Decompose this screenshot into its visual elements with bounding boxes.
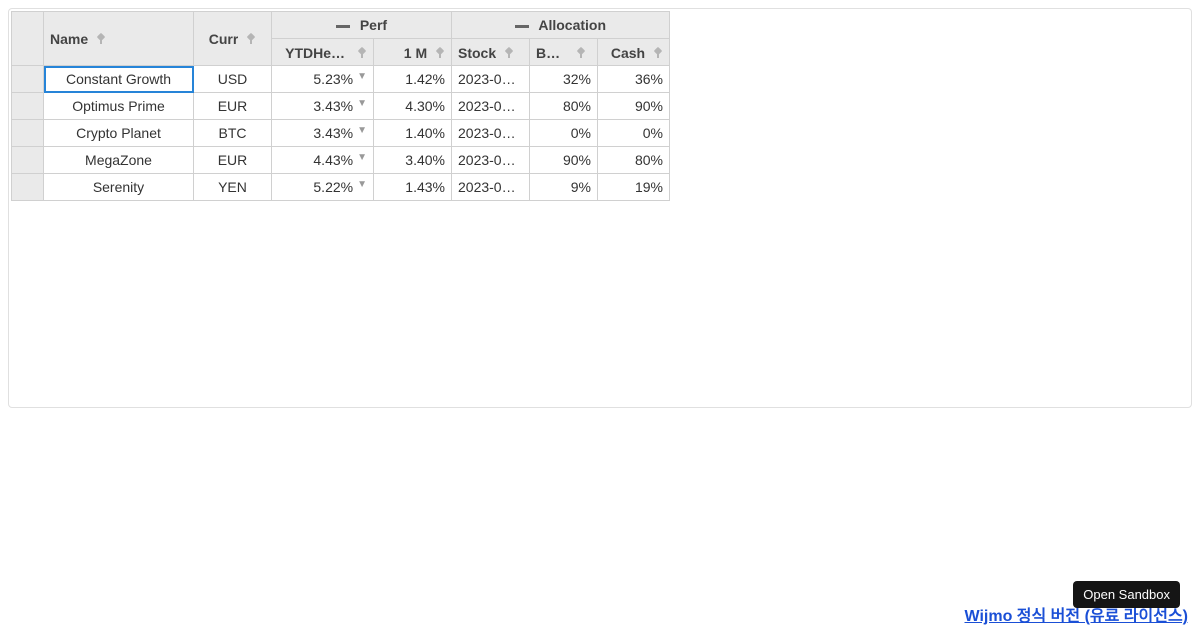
cell-1m[interactable]: 4.30%	[374, 93, 452, 120]
cell-stock[interactable]: 2023-0…	[452, 147, 530, 174]
row-header[interactable]	[12, 93, 44, 120]
table-row[interactable]: Crypto PlanetBTC3.43%▼1.40%2023-0…0%0%	[12, 120, 670, 147]
table-row[interactable]: Constant GrowthUSD 5.23% ▼ 1.42%2023-0…32%3…	[12, 66, 670, 93]
cell-curr[interactable]: EUR	[194, 147, 272, 174]
cell-cash[interactable]: 36%	[598, 66, 670, 93]
collapse-icon[interactable]	[336, 25, 350, 28]
cell-stock[interactable]: 2023-0…	[452, 66, 530, 93]
table-row[interactable]: SerenityYEN 5.22% ▼ 1.43%2023-0…9%19%	[12, 174, 670, 201]
dropdown-icon[interactable]: ▼	[357, 125, 367, 136]
cell-cash[interactable]: 80%	[598, 147, 670, 174]
col-header-bond-label: Bond	[536, 45, 568, 61]
cell-name[interactable]: Optimus Prime	[44, 93, 194, 120]
pin-icon[interactable]	[246, 34, 256, 44]
cell-ytd-value: 3.43%	[301, 125, 353, 141]
row-header[interactable]	[12, 147, 44, 174]
col-header-cash[interactable]: Cash	[598, 39, 670, 66]
col-group-allocation[interactable]: Allocation	[452, 12, 670, 39]
row-header[interactable]	[12, 174, 44, 201]
cell-curr[interactable]: YEN	[194, 174, 272, 201]
cell-ytd-value: 4.43%	[301, 152, 353, 168]
table-row[interactable]: MegaZoneEUR 4.43% ▼ 3.40%2023-0…90%80%	[12, 147, 670, 174]
cell-name[interactable]: MegaZone	[44, 147, 194, 174]
pin-icon[interactable]	[576, 48, 586, 58]
grid-panel: Name Curr Perf Allocation YTDH	[8, 8, 1192, 408]
col-header-name-label: Name	[50, 31, 88, 47]
col-header-name[interactable]: Name	[44, 12, 194, 66]
cell-1m[interactable]: 1.43%	[374, 174, 452, 201]
cell-stock[interactable]: 2023-0…	[452, 120, 530, 147]
corner-header	[12, 12, 44, 66]
cell-bond[interactable]: 80%	[530, 93, 598, 120]
cell-name[interactable]: Serenity	[44, 174, 194, 201]
cell-bond[interactable]: 0%	[530, 120, 598, 147]
open-sandbox-button[interactable]: Open Sandbox	[1073, 581, 1180, 608]
pin-icon[interactable]	[96, 34, 106, 44]
cell-name[interactable]: Constant Growth	[44, 66, 194, 93]
cell-1m[interactable]: 3.40%	[374, 147, 452, 174]
cell-curr[interactable]: EUR	[194, 93, 272, 120]
pin-icon[interactable]	[357, 48, 367, 58]
dropdown-icon[interactable]: ▼	[357, 71, 367, 82]
dropdown-icon[interactable]: ▼	[357, 152, 367, 163]
data-grid[interactable]: Name Curr Perf Allocation YTDH	[11, 11, 670, 201]
cell-bond[interactable]: 32%	[530, 66, 598, 93]
cell-ytd-value: 5.23%	[301, 71, 353, 87]
col-header-bond[interactable]: Bond	[530, 39, 598, 66]
cell-cash[interactable]: 0%	[598, 120, 670, 147]
collapse-icon[interactable]	[515, 25, 529, 28]
col-group-allocation-label: Allocation	[538, 17, 606, 33]
pin-icon[interactable]	[653, 48, 663, 58]
dropdown-icon[interactable]: ▼	[357, 98, 367, 109]
col-header-ytd[interactable]: YTDHeaderYTDHeaderYTDHeader	[272, 39, 374, 66]
cell-ytd-value: 5.22%	[301, 179, 353, 195]
col-header-curr-label: Curr	[209, 31, 239, 47]
cell-1m[interactable]: 1.40%	[374, 120, 452, 147]
col-group-perf-label: Perf	[360, 17, 387, 33]
col-header-1m[interactable]: 1 M	[374, 39, 452, 66]
cell-curr[interactable]: USD	[194, 66, 272, 93]
col-header-curr[interactable]: Curr	[194, 12, 272, 66]
dropdown-icon[interactable]: ▼	[357, 179, 367, 190]
cell-stock[interactable]: 2023-0…	[452, 174, 530, 201]
col-header-cash-label: Cash	[611, 45, 645, 61]
cell-ytd[interactable]: 4.43% ▼	[272, 147, 374, 174]
col-group-perf[interactable]: Perf	[272, 12, 452, 39]
cell-ytd[interactable]: 5.22% ▼	[272, 174, 374, 201]
cell-ytd[interactable]: 5.23% ▼	[272, 66, 374, 93]
row-header[interactable]	[12, 66, 44, 93]
pin-icon[interactable]	[435, 48, 445, 58]
cell-ytd[interactable]: 3.43% ▼	[272, 120, 374, 147]
cell-curr[interactable]: BTC	[194, 120, 272, 147]
cell-name[interactable]: Crypto Planet	[44, 120, 194, 147]
col-header-ytd-label: YTDHeaderYTDHeaderYTDHeader	[285, 45, 349, 61]
cell-ytd-value: 3.43%	[301, 98, 353, 114]
cell-bond[interactable]: 9%	[530, 174, 598, 201]
cell-ytd[interactable]: 3.43% ▼	[272, 93, 374, 120]
col-header-stock-label: Stock	[458, 45, 496, 61]
cell-cash[interactable]: 19%	[598, 174, 670, 201]
cell-cash[interactable]: 90%	[598, 93, 670, 120]
col-header-stock[interactable]: Stock	[452, 39, 530, 66]
table-row[interactable]: Optimus PrimeEUR 3.43% ▼ 4.30%2023-0…80%90%	[12, 93, 670, 120]
col-header-1m-label: 1 M	[404, 45, 427, 61]
cell-bond[interactable]: 90%	[530, 147, 598, 174]
row-header[interactable]	[12, 120, 44, 147]
pin-icon[interactable]	[504, 48, 514, 58]
cell-stock[interactable]: 2023-0…	[452, 93, 530, 120]
cell-1m[interactable]: 1.42%	[374, 66, 452, 93]
